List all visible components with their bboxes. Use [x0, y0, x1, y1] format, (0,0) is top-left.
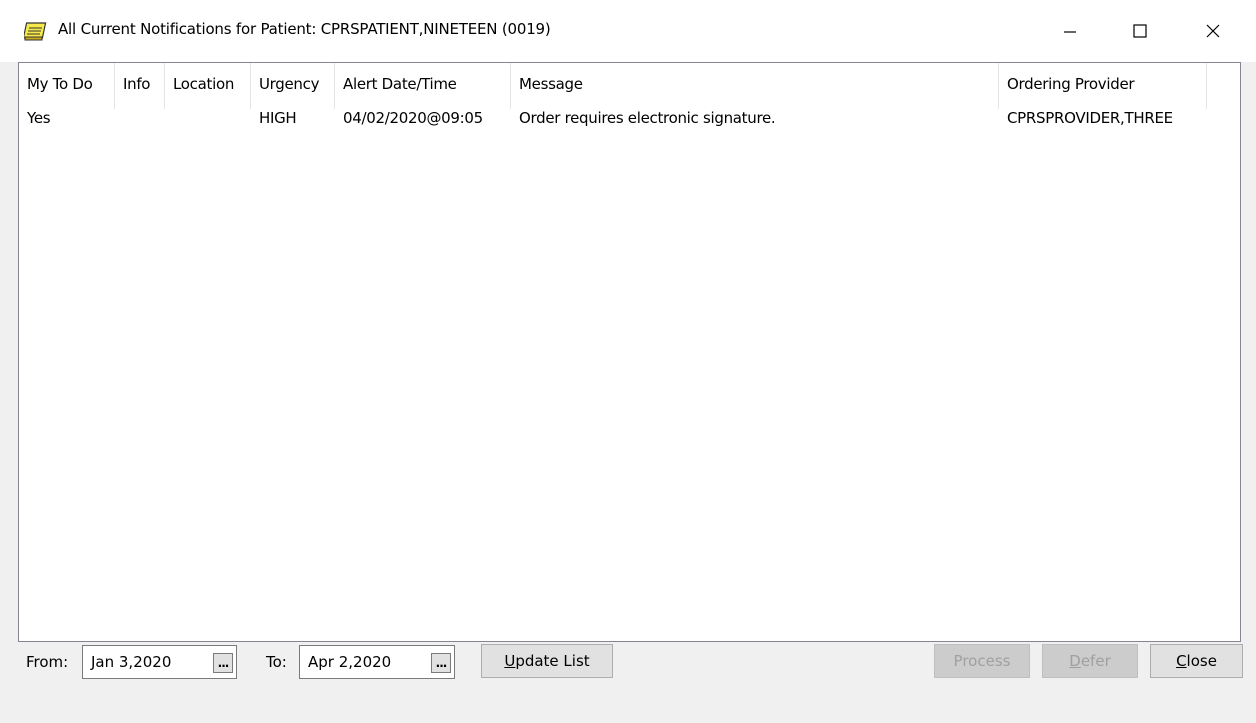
column-label: Message [519, 75, 583, 93]
column-header-ordering-provider[interactable]: Ordering Provider [999, 63, 1207, 109]
to-date-field[interactable]: Apr 2,2020 ... [299, 645, 455, 679]
to-date-picker-button[interactable]: ... [431, 653, 451, 673]
title-bar[interactable]: All Current Notifications for Patient: C… [0, 0, 1256, 62]
to-label: To: [266, 653, 287, 671]
minimize-icon [1063, 24, 1077, 38]
maximize-icon [1133, 24, 1147, 38]
process-label: Process [953, 652, 1011, 670]
column-header-info[interactable]: Info [115, 63, 165, 109]
window-title: All Current Notifications for Patient: C… [58, 20, 551, 38]
table-row[interactable]: Yes HIGH 04/02/2020@09:05 Order requires… [19, 109, 1240, 139]
bottom-toolbar: From: Jan 3,2020 ... To: Apr 2,2020 ... … [0, 642, 1256, 723]
column-label: My To Do [27, 75, 93, 93]
column-label: Location [173, 75, 235, 93]
column-header-message[interactable]: Message [511, 63, 999, 109]
defer-button[interactable]: Defer [1042, 644, 1138, 678]
from-label: From: [26, 653, 69, 671]
update-list-button[interactable]: Update List [481, 644, 613, 678]
column-label: Ordering Provider [1007, 75, 1135, 93]
from-date-field[interactable]: Jan 3,2020 ... [82, 645, 237, 679]
column-label: Alert Date/Time [343, 75, 457, 93]
process-button[interactable]: Process [934, 644, 1030, 678]
maximize-button[interactable] [1117, 8, 1163, 54]
cell-message: Order requires electronic signature. [519, 109, 776, 127]
column-header-alert-date-time[interactable]: Alert Date/Time [335, 63, 511, 109]
cell-ordering-provider: CPRSPROVIDER,THREE [1007, 109, 1173, 127]
notifications-list[interactable]: My To Do Info Location Urgency Alert Dat… [18, 62, 1241, 642]
column-header-my-to-do[interactable]: My To Do [19, 63, 115, 109]
cell-urgency: HIGH [259, 109, 297, 127]
update-list-label: Update List [504, 652, 590, 670]
column-header-urgency[interactable]: Urgency [251, 63, 335, 109]
close-window-button[interactable] [1190, 8, 1236, 54]
from-date-picker-button[interactable]: ... [213, 653, 233, 673]
minimize-button[interactable] [1047, 8, 1093, 54]
column-header-location[interactable]: Location [165, 63, 251, 109]
close-label: Close [1176, 652, 1217, 670]
list-header: My To Do Info Location Urgency Alert Dat… [19, 63, 1240, 109]
column-label: Urgency [259, 75, 320, 93]
ellipsis-icon: ... [435, 656, 448, 670]
ellipsis-icon: ... [217, 656, 230, 670]
cell-my-to-do: Yes [27, 109, 51, 127]
cell-alert-date-time: 04/02/2020@09:05 [343, 109, 483, 127]
notebook-icon [22, 21, 48, 41]
close-button[interactable]: Close [1150, 644, 1243, 678]
defer-label: Defer [1069, 652, 1111, 670]
from-date-value: Jan 3,2020 [91, 653, 172, 671]
to-date-value: Apr 2,2020 [308, 653, 392, 671]
close-icon [1206, 24, 1220, 38]
column-label: Info [123, 75, 151, 93]
